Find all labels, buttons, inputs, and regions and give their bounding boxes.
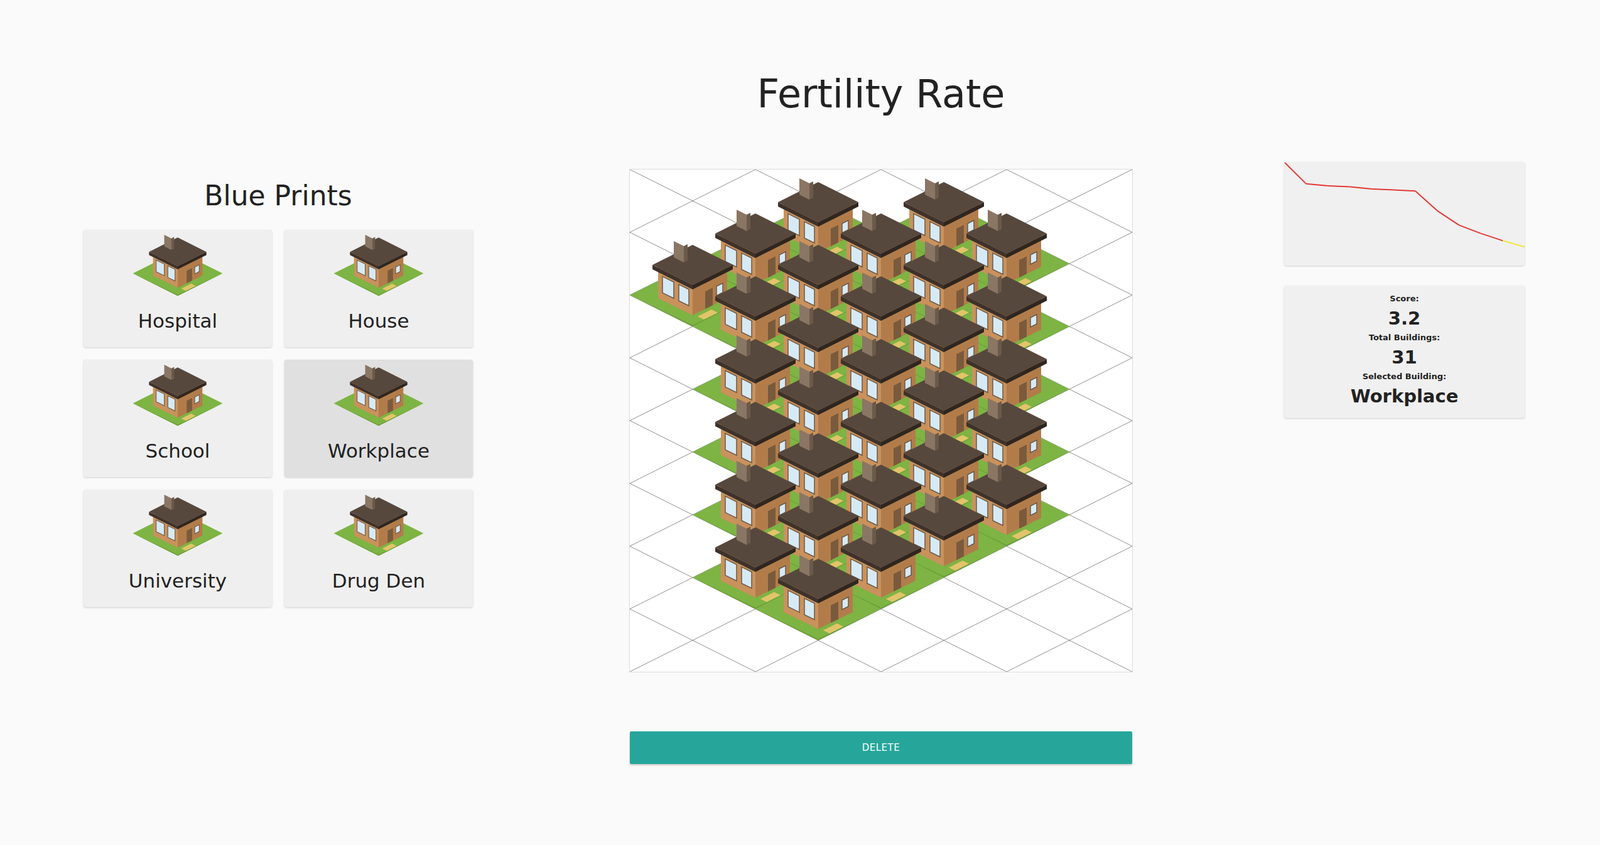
- blueprint-grid: Hospital House School Workplace University Dr…: [83, 229, 473, 608]
- blueprint-card[interactable]: School: [83, 359, 272, 478]
- stat-label: Score:: [1389, 292, 1419, 306]
- page-title: Fertility Rate: [629, 69, 1133, 119]
- building[interactable]: [755, 555, 882, 641]
- stats-card: Score:3.2Total Buildings:31Selected Buil…: [1284, 285, 1525, 419]
- blueprint-card[interactable]: House: [284, 229, 473, 348]
- stat-value: 3.2: [1388, 305, 1421, 332]
- chart-segment: [1437, 210, 1460, 226]
- blueprint-card[interactable]: Workplace: [284, 359, 473, 478]
- chart-segment: [1459, 225, 1482, 234]
- score-chart: [1284, 162, 1525, 266]
- stat-label: Total Buildings:: [1368, 331, 1440, 345]
- delete-button[interactable]: DELETE: [629, 731, 1133, 765]
- building-icon: [328, 494, 429, 558]
- blueprint-label: University: [128, 568, 227, 593]
- grid-lines: [629, 169, 1133, 672]
- building-icon: [127, 234, 228, 298]
- building-icon: [127, 494, 228, 558]
- stats-panel: Score:3.2Total Buildings:31Selected Buil…: [1284, 0, 1525, 419]
- chart-segment: [1415, 190, 1438, 211]
- stat-value: Workplace: [1350, 383, 1459, 410]
- blueprint-label: Workplace: [327, 438, 430, 463]
- chart-segment: [1393, 190, 1416, 192]
- blueprint-card[interactable]: University: [83, 489, 272, 608]
- blueprint-label: School: [145, 438, 211, 463]
- blueprints-title: Blue Prints: [83, 178, 473, 213]
- chart-segment: [1349, 187, 1372, 190]
- building-icon: [328, 364, 429, 428]
- chart-segment: [1502, 240, 1525, 247]
- city-map[interactable]: [629, 169, 1133, 672]
- chart-segment: [1284, 162, 1307, 184]
- blueprint-label: House: [347, 308, 409, 333]
- blueprint-label: Hospital: [138, 308, 218, 333]
- building-icon: [328, 234, 429, 298]
- blueprint-label: Drug Den: [332, 568, 426, 593]
- chart-segment: [1328, 185, 1351, 188]
- blueprint-card[interactable]: Hospital: [83, 229, 272, 348]
- building-icon: [127, 364, 228, 428]
- stat-label: Selected Building:: [1362, 370, 1447, 384]
- blueprints-panel: Blue Prints Hospital House School Workplace U…: [83, 0, 473, 608]
- page: Blue Prints Hospital House School Workplace U…: [0, 0, 1600, 845]
- chart-card: [1284, 162, 1525, 266]
- blueprint-card[interactable]: Drug Den: [284, 489, 473, 608]
- chart-segment: [1371, 189, 1394, 191]
- stat-value: 31: [1391, 344, 1417, 371]
- map-panel: Fertility Rate DELETE: [629, 0, 1133, 765]
- chart-segment: [1480, 233, 1503, 242]
- chart-segment: [1306, 183, 1329, 186]
